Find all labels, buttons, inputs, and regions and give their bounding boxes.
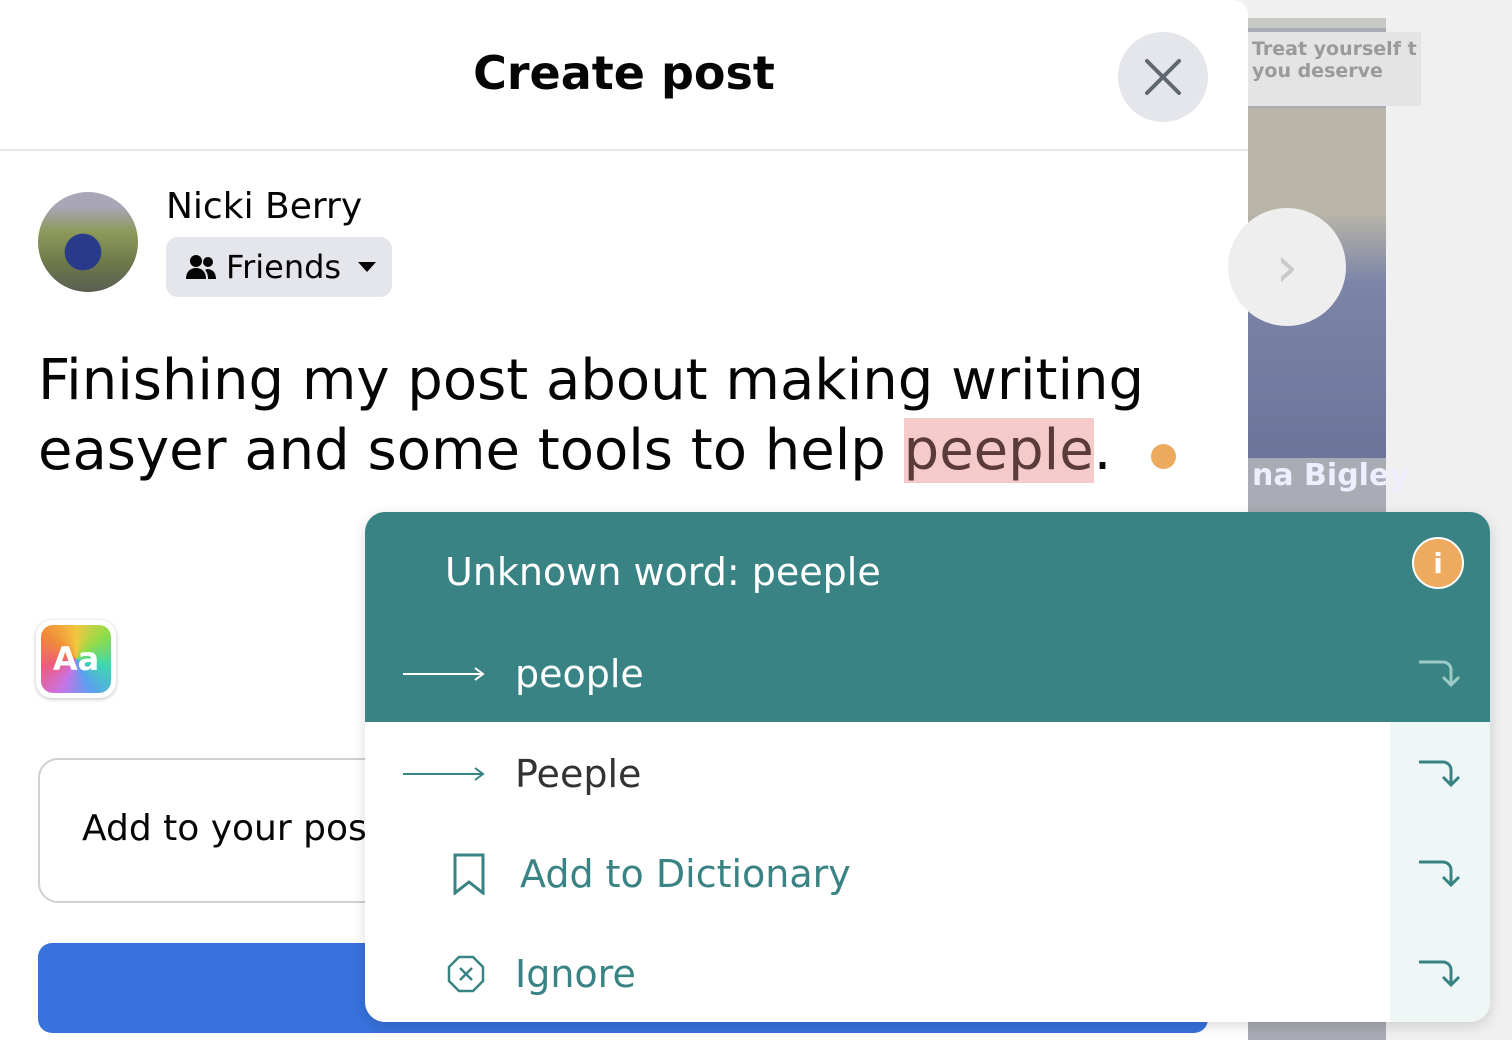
story-band [1248,18,1386,28]
apply-arrow-icon [1419,960,1461,988]
friends-icon [186,255,216,279]
dialog-header: Create post [0,0,1248,151]
misspelled-word[interactable]: peeple [903,418,1094,483]
suggestion-label: Peeple [515,752,642,796]
apply-arrow-icon [1419,760,1461,788]
ignore-x-icon [447,955,485,993]
arrow-right-icon [403,667,485,681]
bookmark-icon [453,853,485,895]
close-icon [1145,59,1181,95]
post-text-end: . [1093,418,1112,483]
apply-arrow-icon [1419,660,1461,688]
story-name: na Bigley [1252,458,1409,493]
post-text-input[interactable]: Finishing my post about making writing e… [38,346,1144,486]
next-story-button[interactable]: › [1228,208,1346,326]
info-icon[interactable]: i [1412,537,1464,589]
chevron-right-icon: › [1275,234,1299,300]
spellcheck-popup: Unknown word: peeple i people Peeple Add… [365,512,1490,1022]
suggestion-label: people [515,652,644,696]
add-to-dictionary-item[interactable]: Add to Dictionary [365,824,1490,924]
story-ad-text: Treat yourself t you deserve [1248,32,1421,106]
page-title: Create post [473,46,775,100]
suggestion-item[interactable]: Peeple [365,724,1490,824]
add-to-post-label: Add to your post [82,808,381,849]
avatar [38,192,138,292]
text-background-button[interactable]: Aa [36,620,116,698]
audience-label: Friends [226,248,342,286]
audience-selector[interactable]: Friends [166,237,392,297]
ignore-label: Ignore [515,952,636,996]
caret-down-icon [358,262,377,272]
spellcheck-indicator[interactable] [1151,444,1176,469]
user-name: Nicki Berry [166,186,363,227]
text-style-icon: Aa [41,625,111,693]
suggestion-item[interactable]: people [365,624,1490,724]
close-button[interactable] [1118,32,1208,122]
arrow-right-icon [403,767,485,781]
apply-arrow-icon [1419,860,1461,888]
ignore-item[interactable]: Ignore [365,924,1490,1022]
add-to-dictionary-label: Add to Dictionary [520,852,851,896]
popup-title: Unknown word: peeple [445,550,881,594]
